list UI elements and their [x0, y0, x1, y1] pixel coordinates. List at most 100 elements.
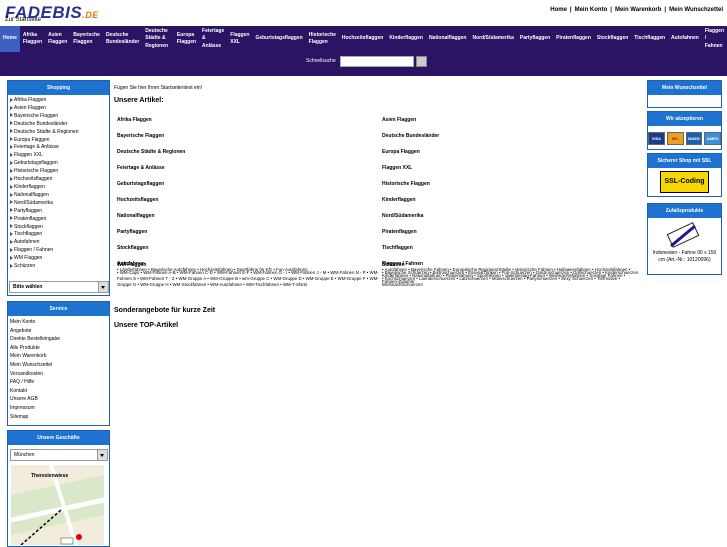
product-image[interactable]: [665, 222, 705, 250]
nav-item[interactable]: Tischflaggen: [631, 26, 668, 52]
nav-item[interactable]: Feiertage & Anlässe: [199, 26, 227, 52]
nav-item[interactable]: Bayerische Flaggen: [70, 26, 103, 52]
service-item[interactable]: Sitemap: [10, 413, 109, 422]
topnav-home[interactable]: Home: [550, 7, 567, 13]
category-link[interactable]: Tischflaggen: [382, 245, 640, 261]
service-item[interactable]: Unsere AGB: [10, 395, 109, 404]
category-link[interactable]: Hochzeitsflaggen: [117, 197, 379, 213]
wm-sub[interactable]: • WM-Caps • WM-Fahnen A-B • WM-Fahnen C-…: [117, 270, 379, 288]
service-item[interactable]: Direkte Bestelleingabe: [10, 335, 109, 344]
service-box: Service Mein Konto Angebote Direkte Bestel…: [7, 301, 110, 426]
search-button[interactable]: [416, 56, 427, 67]
service-item[interactable]: Alle Produkte: [10, 344, 109, 353]
shopping-title: Shopping: [8, 81, 109, 95]
category-link[interactable]: Deutsche Bundesländer: [382, 133, 640, 149]
topnav-cart[interactable]: Mein Warenkorb: [615, 7, 661, 13]
shopping-item[interactable]: Deutsche Städte & Regionen: [10, 129, 109, 137]
nav-item[interactable]: Nord/Südamerika: [469, 26, 516, 52]
wm-title[interactable]: WM Flaggen: [117, 262, 379, 268]
service-item[interactable]: Impressum: [10, 404, 109, 413]
service-item[interactable]: FAQ / Hilfe: [10, 378, 109, 387]
shopping-item[interactable]: Flaggen / Fahnen: [10, 247, 109, 255]
topnav-wishlist[interactable]: Mein Wunschzettel: [669, 7, 723, 13]
category-link[interactable]: Historische Flaggen: [382, 181, 640, 197]
nav-item[interactable]: Kinderflaggen: [386, 26, 426, 52]
shopping-item[interactable]: Schürzen: [10, 263, 109, 271]
shopping-item[interactable]: Nationalflaggen: [10, 192, 109, 200]
schuerzen-title[interactable]: Schürzen: [382, 262, 640, 268]
wishlist-box: Mein Wunschzettel: [647, 80, 722, 108]
home-link[interactable]: Zur Startseite: [5, 17, 41, 23]
arrow-right-icon: [10, 247, 13, 252]
category-select[interactable]: Bitte wählen: [9, 281, 109, 293]
nav-item[interactable]: Nationalflaggen: [426, 26, 470, 52]
random-product-text[interactable]: Indonesien - Fahne 90 x 150 cm (Art.-Nr.…: [648, 250, 721, 264]
shopping-item[interactable]: Piratenflaggen: [10, 216, 109, 224]
search-input[interactable]: [340, 56, 414, 67]
category-link[interactable]: Europa Flaggen: [382, 149, 640, 165]
nav-item[interactable]: Piratenflaggen: [553, 26, 594, 52]
shopping-item[interactable]: Stockflaggen: [10, 224, 109, 232]
nav-item[interactable]: Geburtstagsflaggen: [252, 26, 305, 52]
category-link[interactable]: Partyflaggen: [117, 229, 379, 245]
shopping-item[interactable]: Historische Flaggen: [10, 168, 109, 176]
schuerzen-sub[interactable]: • Bayerische Schuerzen • Bistroschuerzen…: [382, 270, 640, 288]
category-link[interactable]: Piratenflaggen: [382, 229, 640, 245]
nav-item[interactable]: Stockflaggen: [594, 26, 631, 52]
category-link[interactable]: Feiertage & Anlässe: [117, 165, 379, 181]
nav-item[interactable]: Home: [0, 26, 20, 52]
shopping-item[interactable]: Partyflaggen: [10, 208, 109, 216]
shopping-item[interactable]: WM Flaggen: [10, 255, 109, 263]
service-item[interactable]: Versandkosten: [10, 370, 109, 379]
topnav-account[interactable]: Mein Konto: [575, 7, 608, 13]
category-link[interactable]: Flaggen XXL: [382, 165, 640, 181]
service-title: Service: [8, 302, 109, 316]
category-link[interactable]: Deutsche Städte & Regionen: [117, 149, 379, 165]
service-item[interactable]: Kontakt: [10, 387, 109, 396]
service-item[interactable]: Mein Warenkorb: [10, 352, 109, 361]
category-link[interactable]: Nationalflaggen: [117, 213, 379, 229]
shopping-item[interactable]: Feiertage & Anlässe: [10, 144, 109, 152]
category-link[interactable]: Geburtstagsflaggen: [117, 181, 379, 197]
category-link[interactable]: Bayerische Flaggen: [117, 133, 379, 149]
shopping-item[interactable]: Asien Flaggen: [10, 105, 109, 113]
nav-item[interactable]: Autofahnen: [668, 26, 702, 52]
nav-item[interactable]: Deutsche Bundesländer: [103, 26, 142, 52]
top-heading: Unsere TOP-Artikel: [114, 322, 179, 329]
nav-item[interactable]: Afrika Flaggen: [20, 26, 45, 52]
shopping-item[interactable]: Tischflaggen: [10, 231, 109, 239]
nav-item[interactable]: Deutsche Städte & Regionen: [142, 26, 174, 52]
shopping-item[interactable]: Nord/Südamerika: [10, 200, 109, 208]
service-item[interactable]: Angebote: [10, 327, 109, 336]
nav-item[interactable]: Flaggen XXL: [227, 26, 252, 52]
nav-item[interactable]: Europa Flaggen: [174, 26, 199, 52]
category-link[interactable]: Stockflaggen: [117, 245, 379, 261]
shopping-item[interactable]: Afrika Flaggen: [10, 97, 109, 105]
service-item[interactable]: Mein Konto: [10, 318, 109, 327]
category-link[interactable]: Afrika Flaggen: [117, 117, 379, 133]
nav-item[interactable]: Historische Flaggen: [306, 26, 339, 52]
articles-heading: Unsere Artikel:: [114, 97, 164, 104]
shopping-item[interactable]: Flaggen XXL: [10, 152, 109, 160]
schuerzen-section: Schürzen • Bayerische Schuerzen • Bistro…: [382, 262, 640, 288]
shopping-item[interactable]: Autofahnen: [10, 239, 109, 247]
wishlist-title[interactable]: Mein Wunschzettel: [648, 81, 721, 95]
category-link[interactable]: Kinderflaggen: [382, 197, 640, 213]
shopping-item[interactable]: Deutsche Bundesländer: [10, 121, 109, 129]
nav-item[interactable]: Hochzeitsflaggen: [339, 26, 386, 52]
nav-item[interactable]: Partyflaggen: [517, 26, 553, 52]
header: FADEBIS.DE Zur Startseite Home | Mein Kont…: [0, 0, 727, 26]
ssl-box: Sicherer Shop mit SSL SSL-Coding: [647, 153, 722, 197]
shopping-item[interactable]: Bayerische Flaggen: [10, 113, 109, 121]
service-item[interactable]: Mein Wunschzettel: [10, 361, 109, 370]
shopping-item[interactable]: Hochzeitsflaggen: [10, 176, 109, 184]
nav-item[interactable]: Asien Flaggen: [45, 26, 70, 52]
shopping-item[interactable]: Europa Flaggen: [10, 137, 109, 145]
category-link[interactable]: Nord/Südamerika: [382, 213, 640, 229]
shopping-item[interactable]: Kinderflaggen: [10, 184, 109, 192]
store-map[interactable]: Theresienwiese: [11, 465, 104, 545]
store-select[interactable]: München: [10, 449, 108, 461]
category-link[interactable]: Asien Flaggen: [382, 117, 640, 133]
shopping-item[interactable]: Geburtstagsflaggen: [10, 160, 109, 168]
nav-item[interactable]: Flaggen / Fahnen: [702, 26, 727, 52]
